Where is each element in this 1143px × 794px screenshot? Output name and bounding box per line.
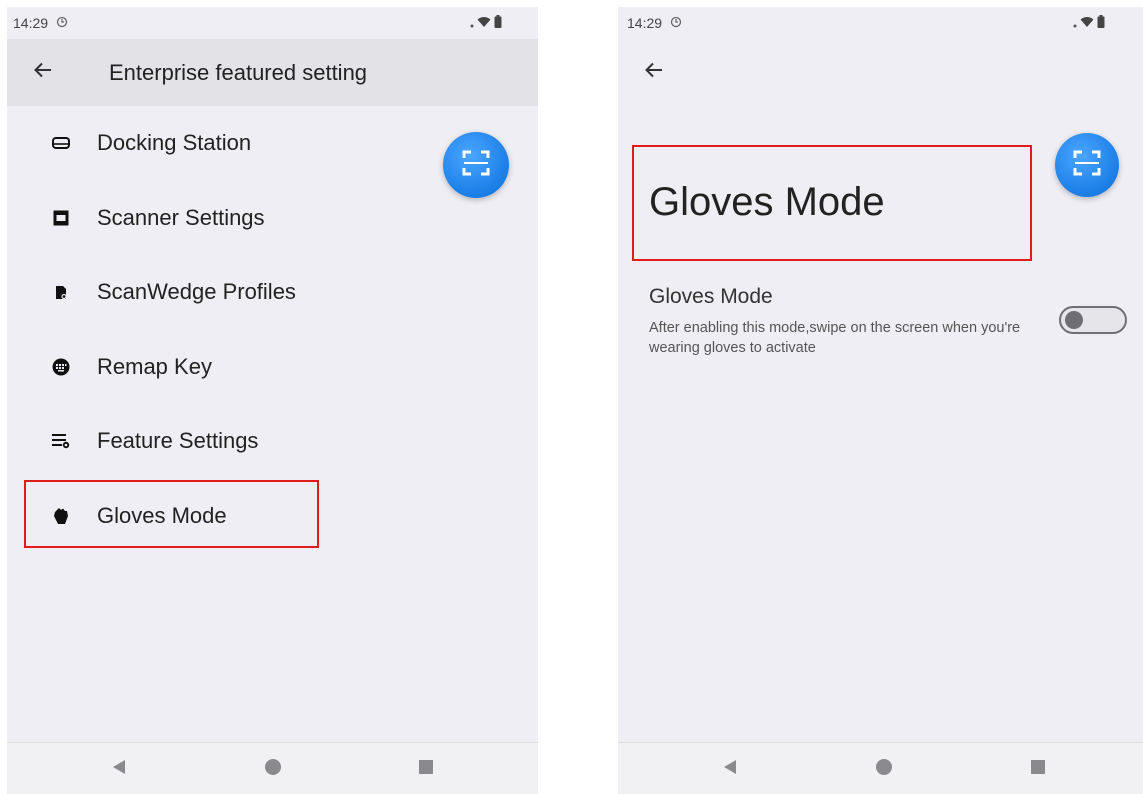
menu-item-label: Feature Settings [97,428,259,454]
navigation-bar [618,742,1143,794]
docking-station-icon [44,136,78,150]
menu-item-scanwedge-profiles[interactable]: ScanWedge Profiles [7,255,538,330]
wifi-icon [1080,15,1094,31]
battery-icon [494,15,502,31]
sync-icon [670,15,682,31]
nav-home-icon [875,758,893,781]
highlight-box [24,480,319,548]
page-title: Enterprise featured setting [109,59,368,85]
floating-scan-button[interactable] [443,132,509,198]
profile-document-icon [44,285,78,300]
nav-recents-button[interactable] [1008,743,1068,794]
status-time: 14:29 [13,15,49,31]
navigation-bar [7,742,538,794]
nav-back-button[interactable] [89,743,149,794]
status-time: 14:29 [627,15,663,31]
nav-home-icon [264,758,282,781]
highlight-box [632,145,1032,261]
back-button[interactable] [624,39,684,106]
arrow-back-icon [34,62,52,83]
menu-item-feature-settings[interactable]: Feature Settings [7,404,538,479]
battery-icon [1097,15,1105,31]
floating-scan-button[interactable] [1055,133,1119,197]
nav-back-icon [112,759,126,780]
gloves-mode-pref-summary: After enabling this mode,swipe on the sc… [649,320,1021,356]
menu-item-label: Docking Station [97,130,252,156]
status-bar: 14:29 [618,7,1143,39]
nav-recents-icon [1031,759,1045,779]
nav-home-button[interactable] [854,743,914,794]
nav-recents-icon [419,759,433,779]
status-bar: 14:29 [7,7,538,39]
gloves-mode-screen: 14:29 Gloves Mode Gloves Mode After enab… [618,7,1143,794]
gloves-mode-toggle[interactable] [1059,306,1127,334]
menu-item-label: ScanWedge Profiles [97,279,296,305]
feature-settings-icon [44,433,78,449]
app-bar [618,39,1143,106]
enterprise-settings-screen: 14:29 Enterprise featured setting Dockin… [7,7,538,794]
scan-frame-icon [1073,150,1101,181]
back-button[interactable] [13,39,73,106]
scanner-icon [44,210,78,226]
keyboard-icon [44,358,78,376]
nav-back-button[interactable] [700,743,760,794]
nav-home-button[interactable] [243,743,303,794]
toggle-knob [1065,311,1083,329]
nav-back-icon [723,759,737,780]
scan-frame-icon [462,150,490,181]
sync-icon [56,15,68,31]
menu-item-label: Remap Key [97,353,212,379]
menu-item-label: Scanner Settings [97,204,265,230]
signal-dot-icon [1073,15,1077,31]
nav-recents-button[interactable] [396,743,456,794]
signal-dot-icon [470,15,474,31]
arrow-back-icon [645,62,663,83]
app-bar: Enterprise featured setting [7,39,538,106]
menu-item-remap-key[interactable]: Remap Key [7,330,538,405]
gloves-mode-pref-title: Gloves Mode [649,285,773,308]
wifi-icon [477,15,491,31]
